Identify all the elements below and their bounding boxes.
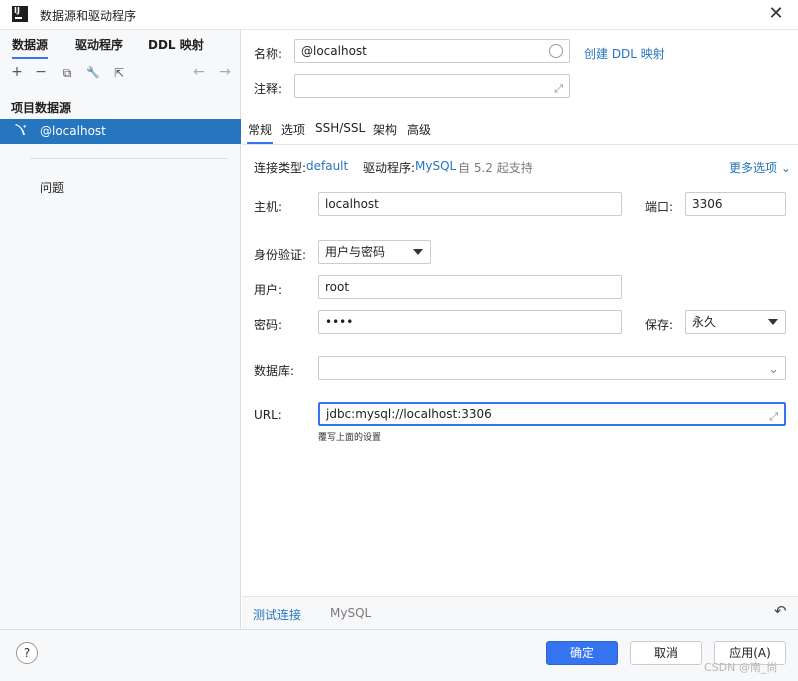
chevron-down-icon[interactable]: ⌄ [768,359,779,381]
tab-ssh-ssl[interactable]: SSH/SSL [315,121,365,135]
create-ddl-mapping-link[interactable]: 创建 DDL 映射 [584,45,665,62]
forward-arrow-icon[interactable]: → [216,64,234,80]
tab-options[interactable]: 选项 [281,121,305,138]
comment-field[interactable]: ⤢ [294,74,570,98]
user-label: 用户: [254,283,283,297]
watermark: CSDN @南_尚 [704,661,778,674]
port-label: 端口: [645,200,674,214]
datasource-item-localhost[interactable]: @localhost [0,119,241,144]
tab-general[interactable]: 常规 [246,121,274,144]
connection-type-value[interactable]: default [306,159,348,173]
driver-label: 驱动程序: [363,161,416,175]
name-label: 名称: [254,47,283,61]
test-connection-link[interactable]: 测试连接 [253,606,301,623]
wrench-icon[interactable]: 🔧 [84,66,102,79]
auth-dropdown[interactable]: 用户与密码 [318,240,431,264]
url-hint: 覆写上面的设置 [318,433,382,443]
ok-button[interactable]: 确定 [546,641,618,665]
save-value: 永久 [692,315,717,329]
left-panel: 数据源 驱动程序 DDL 映射 + − ⧉ 🔧 ⇱ ← → 项目数据源 @loc… [0,30,241,629]
save-dropdown[interactable]: 永久 [685,310,786,334]
driver-name-label: MySQL [330,606,372,620]
copy-icon[interactable]: ⧉ [58,66,76,81]
more-options-label: 更多选项 [729,161,778,175]
tab-datasources[interactable]: 数据源 [12,36,49,59]
intellij-app-icon: IJ [12,6,28,22]
chevron-down-icon: ⌄ [780,161,791,175]
divider [30,158,228,159]
name-field[interactable]: @localhost [294,39,570,63]
export-icon[interactable]: ⇱ [110,66,128,80]
add-icon[interactable]: + [8,64,26,80]
host-field[interactable]: localhost [318,192,622,216]
project-datasources-heading: 项目数据源 [11,101,72,115]
tab-strip-divider [242,144,798,145]
remove-icon[interactable]: − [32,64,50,80]
reset-icon[interactable]: ↶ [774,602,787,620]
back-arrow-icon[interactable]: ← [190,64,208,80]
tab-ddl-mappings[interactable]: DDL 映射 [148,36,204,53]
datasource-item-label: @localhost [40,124,106,138]
more-options-link[interactable]: 更多选项 ⌄ [729,159,791,176]
problems-label[interactable]: 问题 [40,179,64,196]
driver-note: 自 5.2 起支持 [458,161,533,175]
dropdown-arrow-icon [768,319,778,325]
close-icon[interactable]: ✕ [762,2,790,28]
connection-type-label: 连接类型: [254,161,307,175]
title-bar: IJ 数据源和驱动程序 ✕ [0,0,798,30]
url-value: jdbc:mysql://localhost:3306 [326,407,492,421]
host-label: 主机: [254,200,283,214]
password-field[interactable]: •••• [318,310,622,334]
cancel-button[interactable]: 取消 [630,641,702,665]
user-field[interactable]: root [318,275,622,299]
tab-drivers[interactable]: 驱动程序 [75,36,123,53]
database-label: 数据库: [254,364,295,378]
bottom-strip [242,596,798,629]
tab-advanced[interactable]: 高级 [407,121,431,138]
help-button[interactable]: ? [16,642,38,664]
window-title: 数据源和驱动程序 [40,9,137,23]
auth-label: 身份验证: [254,248,307,262]
password-label: 密码: [254,318,283,332]
database-field[interactable]: ⌄ [318,356,786,380]
name-value: @localhost [301,44,367,58]
save-label: 保存: [645,318,674,332]
driver-link[interactable]: MySQL [415,159,456,173]
expand-icon[interactable]: ⤢ [554,78,563,100]
mysql-dolphin-icon [14,123,28,141]
auth-value: 用户与密码 [325,245,386,259]
expand-icon[interactable]: ⤢ [769,407,778,427]
comment-label: 注释: [254,82,283,96]
color-circle-icon[interactable] [549,44,563,58]
url-label: URL: [254,408,282,422]
url-field[interactable]: jdbc:mysql://localhost:3306 ⤢ [318,402,786,426]
dropdown-arrow-icon [413,249,423,255]
port-field[interactable]: 3306 [685,192,786,216]
tab-schemas[interactable]: 架构 [373,121,397,138]
